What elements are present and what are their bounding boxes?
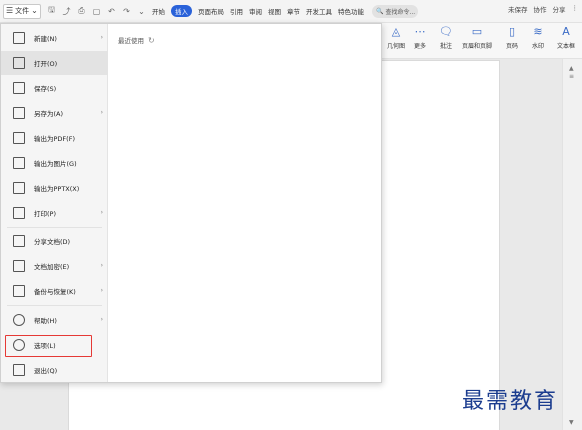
tab-insert[interactable]: 插入 — [171, 5, 192, 17]
unsaved-status[interactable]: 未保存 — [508, 4, 528, 14]
title-right-actions: 未保存 协作 分享 ⋮ — [508, 4, 578, 14]
menu-separator — [7, 227, 102, 228]
exit-icon — [13, 364, 25, 376]
more-button[interactable]: ⋯ 更多 — [406, 25, 434, 50]
chevron-right-icon: › — [100, 262, 103, 269]
chevron-down-icon: ⌄ — [31, 6, 38, 15]
comment-button[interactable]: 🗨 批注 — [432, 25, 460, 50]
file-menu-dropdown: 新建(N) › 打开(O) 保存(S) 另存为(A) › 输出为PDF(F) 输出为… — [0, 23, 382, 383]
header-footer-icon: ▭ — [471, 25, 483, 38]
share-button[interactable]: 分享 — [553, 4, 566, 14]
pdf-icon — [13, 132, 25, 144]
geometry-icon: ◬ — [391, 25, 401, 38]
textbox-icon: A — [562, 25, 570, 38]
menubar: ☰ 文件 ⌄ 🖫 ⤴ ⎙ ▢ ↶ ↷ ⌄ 开始 插入 页面布局 引用 审阅 视图… — [0, 0, 582, 23]
chevron-right-icon: › — [100, 316, 103, 323]
comment-label: 批注 — [439, 43, 452, 50]
menu-item-save[interactable]: 保存(S) — [1, 76, 108, 100]
search-command[interactable]: 🔍 查找命令... — [372, 4, 418, 18]
more-dots-icon: ⋯ — [414, 25, 426, 38]
file-menu-list: 新建(N) › 打开(O) 保存(S) 另存为(A) › 输出为PDF(F) 输出为… — [1, 24, 108, 382]
menu-item-open[interactable]: 打开(O) — [1, 51, 108, 75]
scroll-thumb-icon[interactable]: ≡ — [569, 73, 574, 80]
textbox-label: 文本框 — [556, 43, 575, 50]
tab-chapter[interactable]: 章节 — [287, 6, 300, 16]
menu-item-export-image[interactable]: 输出为图片(G) — [1, 151, 108, 175]
encrypt-icon — [13, 260, 25, 272]
tab-review[interactable]: 审阅 — [249, 6, 262, 16]
page-number-icon: ▯ — [508, 25, 516, 38]
quick-access-toolbar: 🖫 ⤴ ⎙ ▢ ↶ ↷ ⌄ — [47, 4, 146, 18]
chevron-right-icon: › — [100, 287, 103, 294]
watermark-label: 水印 — [531, 43, 544, 50]
watermark-icon: ≋ — [533, 25, 543, 38]
watermark-button[interactable]: ≋ 水印 — [524, 25, 552, 50]
menu-item-export-pptx[interactable]: 输出为PPTX(X) — [1, 176, 108, 200]
collaborate-button[interactable]: 协作 — [534, 4, 547, 14]
tab-developer[interactable]: 开发工具 — [306, 6, 332, 16]
more-icon[interactable]: ⋮ — [572, 4, 579, 14]
recent-section-header: 最近使用 ↻ — [118, 35, 155, 46]
search-placeholder: 查找命令... — [385, 8, 416, 16]
backup-icon — [13, 285, 25, 297]
menu-item-save-as[interactable]: 另存为(A) › — [1, 101, 108, 125]
comment-icon: 🗨 — [439, 25, 453, 38]
print-icon[interactable]: ⎙ — [77, 6, 86, 16]
menu-item-share[interactable]: 分享文档(D) — [1, 229, 108, 253]
printer-icon — [13, 207, 25, 219]
menu-item-encrypt[interactable]: 文档加密(E) › — [1, 254, 108, 278]
refresh-icon[interactable]: ↻ — [148, 36, 155, 45]
menu-item-new[interactable]: 新建(N) › — [1, 26, 108, 50]
pptx-icon — [13, 182, 25, 194]
textbox-button[interactable]: A 文本框 — [552, 25, 580, 50]
ribbon: ◬ 几何图 ⋯ 更多 🗨 批注 ▭ 页眉和页脚 ▯ 页码 ≋ 水印 A 文本框 — [380, 23, 582, 59]
menu-item-help[interactable]: 帮助(H) › — [1, 308, 108, 332]
menu-item-print[interactable]: 打印(P) › — [1, 201, 108, 225]
folder-icon — [13, 57, 25, 69]
undo-icon[interactable]: ↶ — [107, 7, 116, 16]
tab-references[interactable]: 引用 — [230, 6, 243, 16]
help-icon — [13, 314, 25, 326]
file-menu-button[interactable]: ☰ 文件 ⌄ — [3, 3, 41, 19]
menu-separator — [7, 305, 102, 306]
chevron-right-icon: › — [100, 34, 103, 41]
vertical-scrollbar[interactable]: ▲ ≡ ▼ — [562, 59, 582, 430]
save-as-icon — [13, 107, 25, 119]
redo-icon[interactable]: ↷ — [122, 7, 131, 16]
file-menu-label: 文件 — [15, 7, 30, 15]
share-icon — [13, 235, 25, 247]
new-file-icon — [13, 32, 25, 44]
image-icon — [13, 157, 25, 169]
header-footer-label: 页眉和页脚 — [461, 43, 492, 50]
chevron-right-icon: › — [100, 109, 103, 116]
save-icon — [13, 82, 25, 94]
page-number-label: 页码 — [505, 43, 518, 50]
page-number-button[interactable]: ▯ 页码 — [498, 25, 526, 50]
dropdown-icon[interactable]: ⌄ — [137, 7, 146, 16]
scroll-down-icon[interactable]: ▼ — [569, 419, 574, 426]
options-highlight-box — [5, 335, 92, 357]
hamburger-icon: ☰ — [6, 6, 14, 15]
watermark-logo-text: 最需教育 — [462, 389, 559, 414]
geometry-label: 几何图 — [386, 43, 405, 50]
save-icon[interactable]: 🖫 — [47, 4, 56, 18]
menu-item-exit[interactable]: 退出(Q) — [1, 358, 108, 382]
tab-page-layout[interactable]: 页面布局 — [198, 6, 224, 16]
menu-item-export-pdf[interactable]: 输出为PDF(F) — [1, 126, 108, 150]
scroll-up-icon[interactable]: ▲ — [569, 65, 574, 72]
tab-special[interactable]: 特色功能 — [338, 6, 364, 16]
search-icon: 🔍 — [376, 7, 384, 15]
header-footer-button[interactable]: ▭ 页眉和页脚 — [460, 25, 494, 50]
more-label: 更多 — [413, 43, 426, 50]
tab-view[interactable]: 视图 — [268, 6, 281, 16]
tab-home[interactable]: 开始 — [152, 6, 165, 16]
menu-item-backup[interactable]: 备份与恢复(K) › — [1, 279, 108, 303]
preview-icon[interactable]: ▢ — [92, 7, 101, 16]
chevron-right-icon: › — [100, 209, 103, 216]
export-icon[interactable]: ⤴ — [62, 6, 71, 17]
recent-label: 最近使用 — [118, 37, 144, 45]
